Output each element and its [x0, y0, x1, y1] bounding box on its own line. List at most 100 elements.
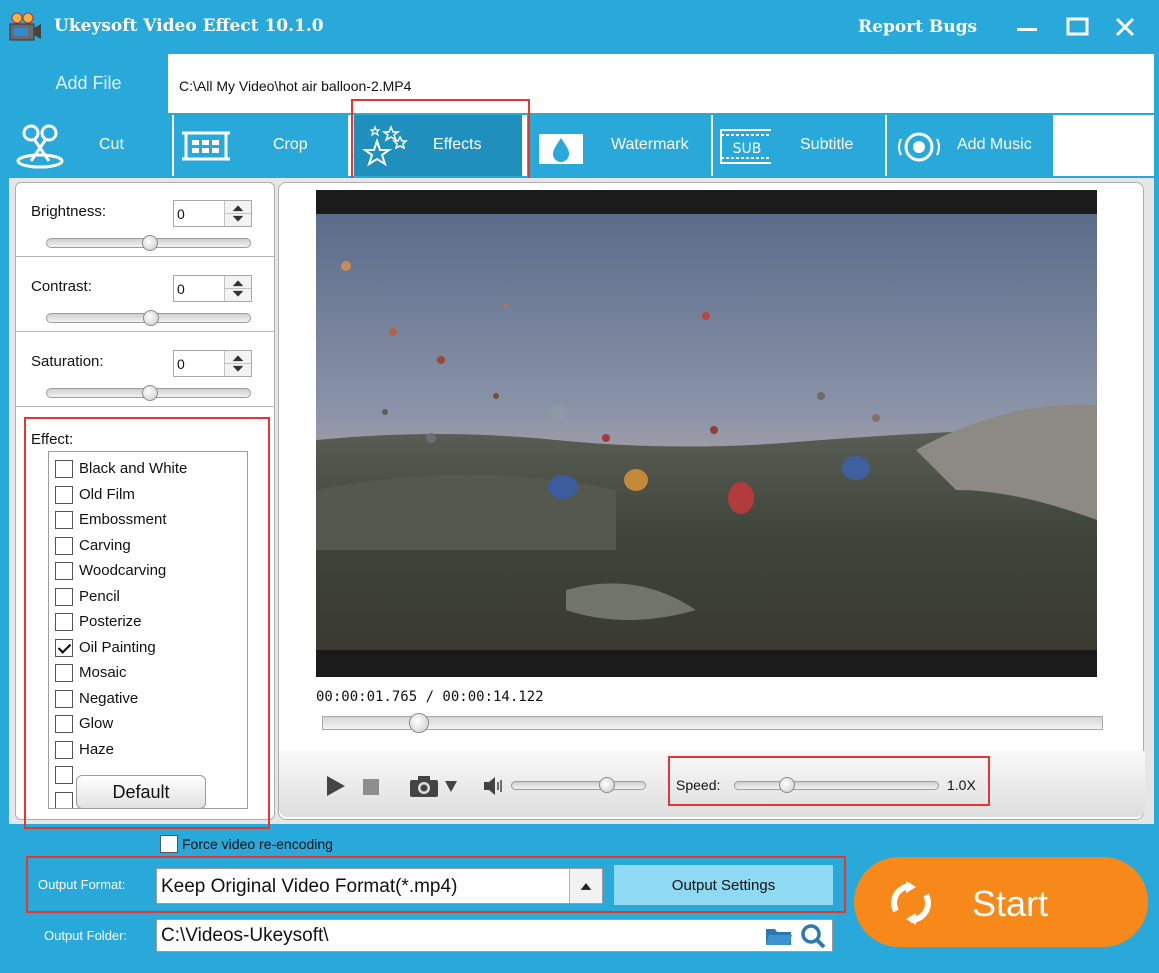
checkbox[interactable]: [55, 664, 73, 682]
volume-slider[interactable]: [511, 781, 646, 790]
effect-label: Old Film: [79, 486, 135, 503]
contrast-slider-knob[interactable]: [143, 310, 159, 326]
tab-crop[interactable]: Crop: [174, 115, 348, 176]
checkbox[interactable]: [55, 486, 73, 504]
video-preview: [316, 190, 1097, 677]
checkbox[interactable]: [55, 741, 73, 759]
volume-icon[interactable]: [482, 775, 506, 797]
stop-icon[interactable]: [361, 777, 381, 797]
search-icon[interactable]: [800, 923, 826, 949]
tab-subtitle[interactable]: SUB Subtitle: [713, 115, 885, 176]
output-folder-input[interactable]: C:\Videos-Ukeysoft\: [156, 919, 833, 952]
stars-icon: [361, 124, 408, 167]
water-drop-icon: [539, 134, 583, 164]
chevron-down-icon[interactable]: [444, 779, 458, 793]
checkbox[interactable]: [55, 537, 73, 555]
effect-woodcarving[interactable]: Woodcarving: [55, 560, 245, 582]
saturation-slider-knob[interactable]: [142, 385, 158, 401]
output-settings-button[interactable]: Output Settings: [614, 865, 833, 905]
folder-icon[interactable]: [765, 925, 793, 947]
chevron-up-icon[interactable]: [569, 869, 602, 903]
spin-arrows-icon[interactable]: [224, 201, 251, 226]
output-format-select[interactable]: Keep Original Video Format(*.mp4): [156, 868, 603, 904]
tab-label: Add Music: [957, 136, 1032, 153]
force-reencode-option[interactable]: Force video re-encoding: [160, 835, 400, 855]
minimize-icon[interactable]: [1012, 12, 1042, 42]
camera-snapshot-icon[interactable]: [409, 773, 439, 799]
progress-knob[interactable]: [409, 713, 429, 733]
tab-effects[interactable]: Effects: [354, 115, 522, 176]
checkbox[interactable]: [55, 766, 73, 784]
brightness-slider-knob[interactable]: [142, 235, 158, 251]
svg-text:SUB: SUB: [733, 141, 762, 157]
checkbox[interactable]: [55, 715, 73, 733]
title-bar: Ukeysoft Video Effect 10.1.0 Report Bugs: [0, 0, 1159, 54]
effect-posterize[interactable]: Posterize: [55, 611, 245, 633]
saturation-value: 0: [177, 356, 185, 372]
effect-negative[interactable]: Negative: [55, 688, 245, 710]
effect-black-and-white[interactable]: Black and White: [55, 458, 245, 480]
contrast-control: Contrast: 0: [16, 258, 274, 332]
effect-mosaic[interactable]: Mosaic: [55, 662, 245, 684]
effect-label: Oil Painting: [79, 639, 156, 656]
checkbox[interactable]: [55, 792, 73, 808]
spin-arrows-icon[interactable]: [224, 351, 251, 376]
spin-arrows-icon[interactable]: [224, 276, 251, 301]
output-format-value: Keep Original Video Format(*.mp4): [161, 876, 458, 897]
scissors-icon: [16, 124, 64, 169]
tab-label: Subtitle: [800, 136, 854, 153]
effect-pencil[interactable]: Pencil: [55, 586, 245, 608]
effect-embossment[interactable]: Embossment: [55, 509, 245, 531]
checkbox[interactable]: [160, 835, 178, 853]
close-icon[interactable]: [1110, 12, 1140, 42]
effect-label: Posterize: [79, 613, 142, 630]
brightness-control: Brightness: 0: [16, 183, 274, 257]
effect-carving[interactable]: Carving: [55, 535, 245, 557]
tab-label: Crop: [273, 136, 308, 153]
effect-label: Embossment: [79, 511, 167, 528]
effect-glow[interactable]: Glow: [55, 713, 245, 735]
effect-old-film[interactable]: Old Film: [55, 484, 245, 506]
output-format-label: Output Format:: [38, 877, 126, 892]
tab-cut[interactable]: Cut: [9, 115, 172, 176]
contrast-spinbox[interactable]: 0: [173, 275, 252, 302]
default-button[interactable]: Default: [76, 775, 206, 809]
tab-add-music[interactable]: Add Music: [887, 115, 1053, 176]
saturation-spinbox[interactable]: 0: [173, 350, 252, 377]
checkbox-checked[interactable]: [55, 639, 73, 657]
player-controls: Speed: 1.0X: [279, 751, 1145, 817]
brightness-value: 0: [177, 206, 185, 222]
maximize-icon[interactable]: [1063, 12, 1093, 42]
effect-label: Glow: [79, 715, 114, 732]
saturation-control: Saturation: 0: [16, 333, 274, 407]
speed-slider-knob[interactable]: [779, 777, 795, 793]
video-player: 00:00:01.765 / 00:00:14.122 Speed: 1.0X: [278, 182, 1145, 820]
progress-bar[interactable]: [322, 716, 1103, 730]
effect-label: Mosaic: [79, 664, 127, 681]
feature-tabs: Cut Crop Effects Watermark SUB Subtitle …: [9, 115, 1154, 176]
music-target-icon: [898, 132, 940, 162]
tab-watermark[interactable]: Watermark: [527, 115, 711, 176]
report-bugs-link[interactable]: Report Bugs: [858, 17, 977, 37]
speed-slider[interactable]: [734, 781, 939, 790]
checkbox[interactable]: [55, 588, 73, 606]
start-button[interactable]: Start: [854, 857, 1148, 947]
play-icon[interactable]: [324, 774, 348, 798]
output-folder-value: C:\Videos-Ukeysoft\: [161, 925, 329, 946]
checkbox[interactable]: [55, 613, 73, 631]
checkbox[interactable]: [55, 562, 73, 580]
volume-slider-knob[interactable]: [599, 777, 615, 793]
brightness-spinbox[interactable]: 0: [173, 200, 252, 227]
video-frame-image: [316, 190, 1097, 677]
crop-icon: [182, 131, 230, 161]
add-file-button[interactable]: Add File: [9, 54, 168, 113]
checkbox[interactable]: [55, 690, 73, 708]
checkbox[interactable]: [55, 460, 73, 478]
effect-haze[interactable]: Haze: [55, 739, 245, 761]
film-camera-icon: [9, 12, 41, 41]
file-path: C:\All My Video\hot air balloon-2.MP4: [179, 78, 412, 94]
effect-oil-painting[interactable]: Oil Painting: [55, 637, 245, 659]
effect-label: Black and White: [79, 460, 188, 477]
tab-label: Watermark: [611, 136, 689, 153]
checkbox[interactable]: [55, 511, 73, 529]
